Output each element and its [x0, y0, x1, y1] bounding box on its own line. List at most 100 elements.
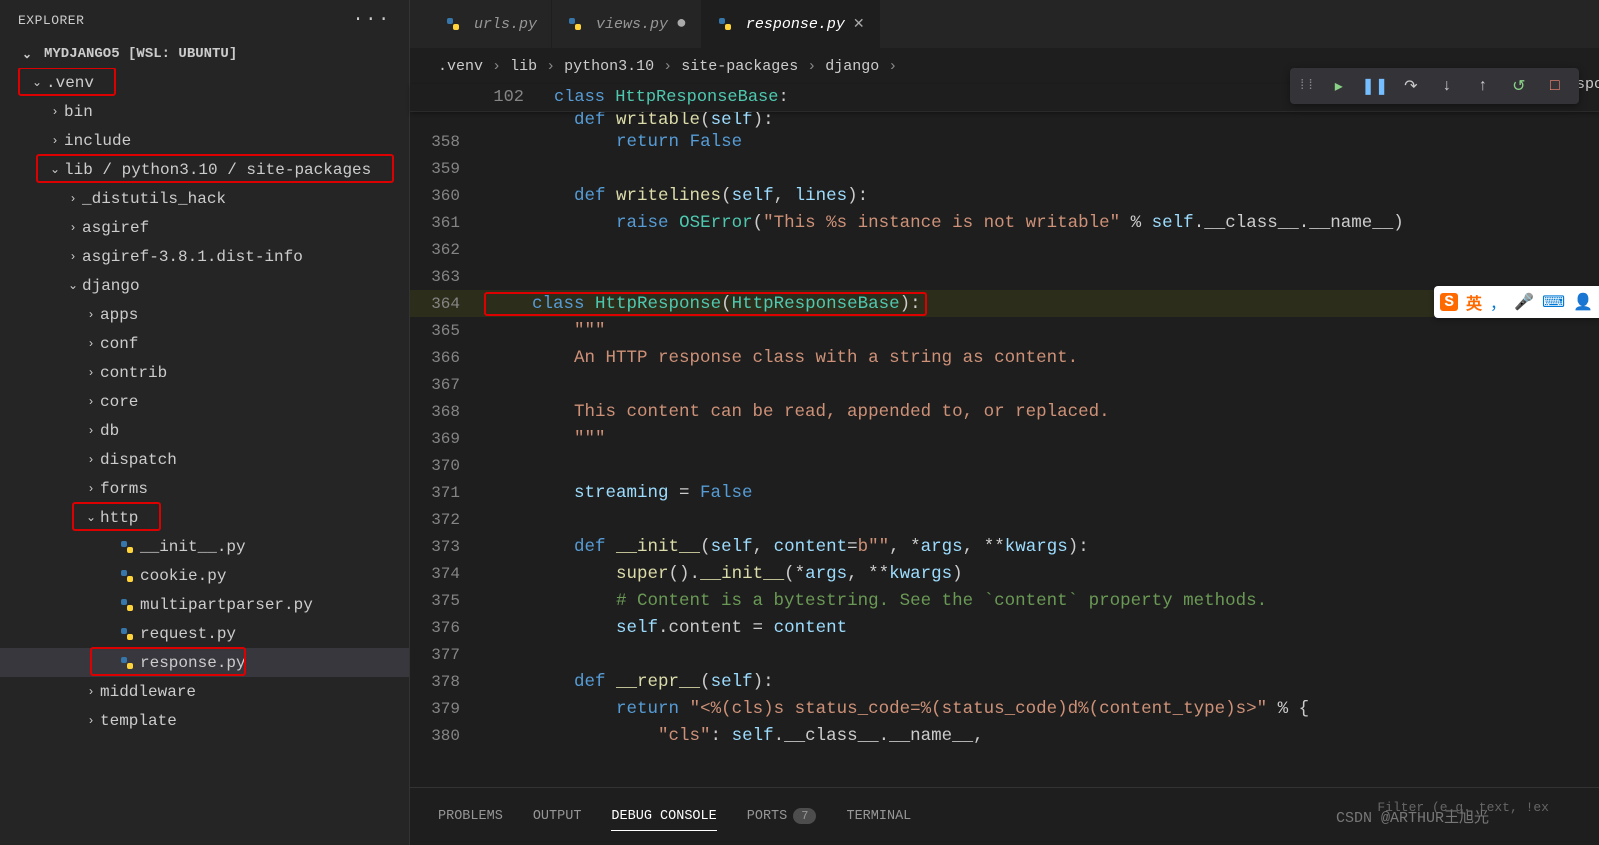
- explorer-sidebar: EXPLORER ··· ⌄ MYDJANGO5 [WSL: UBUNTU] ⌄…: [0, 0, 410, 845]
- folder-item[interactable]: ›apps: [0, 300, 409, 329]
- code-line[interactable]: 363: [410, 263, 1599, 290]
- chevron-right-icon: ›: [82, 482, 100, 496]
- file-item[interactable]: cookie.py: [0, 561, 409, 590]
- file-item[interactable]: request.py: [0, 619, 409, 648]
- ime-user-icon[interactable]: 👤: [1573, 292, 1593, 312]
- code-line[interactable]: 367: [410, 371, 1599, 398]
- code-line[interactable]: 375 # Content is a bytestring. See the `…: [410, 587, 1599, 614]
- code-line[interactable]: 361 raise OSError("This %s instance is n…: [410, 209, 1599, 236]
- filter-placeholder[interactable]: Filter (e.g. text, !ex: [1377, 800, 1549, 815]
- folder-item[interactable]: ›_distutils_hack: [0, 184, 409, 213]
- editor-tab[interactable]: urls.py: [430, 0, 552, 48]
- code-line[interactable]: 369 """: [410, 425, 1599, 452]
- code-line[interactable]: 364 class HttpResponse(HttpResponseBase)…: [410, 290, 1599, 317]
- code-line[interactable]: 374 super().__init__(*args, **kwargs): [410, 560, 1599, 587]
- breadcrumb-item[interactable]: site-packages: [681, 58, 798, 75]
- debug-step-over-button[interactable]: ↷: [1395, 72, 1427, 100]
- folder-item[interactable]: ›db: [0, 416, 409, 445]
- folder-item[interactable]: ⌄.venv: [0, 68, 409, 97]
- tree-item-label: cookie.py: [140, 567, 226, 585]
- file-tree[interactable]: ⌄.venv›bin›include⌄lib / python3.10 / si…: [0, 68, 409, 845]
- breadcrumb-item[interactable]: .venv: [438, 58, 483, 75]
- editor-tabs[interactable]: urls.pyviews.py● response.py ✕: [410, 0, 1599, 48]
- panel-tab[interactable]: OUTPUT: [533, 803, 582, 830]
- close-icon[interactable]: ✕: [853, 16, 865, 33]
- tree-item-label: core: [100, 393, 138, 411]
- ime-punct[interactable]: ，: [1490, 290, 1506, 314]
- folder-item[interactable]: ⌄lib / python3.10 / site-packages: [0, 155, 409, 184]
- code-line[interactable]: 380 "cls": self.__class__.__name__,: [410, 722, 1599, 749]
- chevron-right-icon: ›: [82, 337, 100, 351]
- ime-toolbar[interactable]: S 英 ， 🎤 ⌨ 👤: [1434, 286, 1599, 318]
- folder-item[interactable]: ⌄http: [0, 503, 409, 532]
- folder-item[interactable]: ›forms: [0, 474, 409, 503]
- line-number: 380: [410, 727, 490, 745]
- folder-item[interactable]: ›include: [0, 126, 409, 155]
- folder-item[interactable]: ›conf: [0, 329, 409, 358]
- folder-item[interactable]: ›middleware: [0, 677, 409, 706]
- debug-restart-button[interactable]: ↺: [1503, 72, 1535, 100]
- breadcrumb-item[interactable]: lib: [510, 58, 537, 75]
- code-line[interactable]: 365 """: [410, 317, 1599, 344]
- chevron-right-icon: ›: [64, 221, 82, 235]
- code-line[interactable]: 378 def __repr__(self):: [410, 668, 1599, 695]
- debug-continue-button[interactable]: ▸: [1323, 72, 1355, 100]
- debug-stop-button[interactable]: □: [1539, 72, 1571, 100]
- editor-tab[interactable]: views.py●: [552, 0, 702, 48]
- editor-tab[interactable]: response.py ✕: [702, 0, 880, 48]
- code-line[interactable]: 366 An HTTP response class with a string…: [410, 344, 1599, 371]
- folder-item[interactable]: ›asgiref: [0, 213, 409, 242]
- breadcrumb-item[interactable]: django: [825, 58, 879, 75]
- code-line[interactable]: 358 return False: [410, 128, 1599, 155]
- code-editor[interactable]: def writable(self):358 return False35936…: [410, 112, 1599, 787]
- debug-step-into-button[interactable]: ↓: [1431, 72, 1463, 100]
- folder-item[interactable]: ›dispatch: [0, 445, 409, 474]
- code-line[interactable]: 372: [410, 506, 1599, 533]
- chevron-right-icon: ›: [807, 58, 816, 75]
- file-item[interactable]: multipartparser.py: [0, 590, 409, 619]
- project-root[interactable]: ⌄ MYDJANGO5 [WSL: UBUNTU]: [0, 40, 409, 68]
- python-file-icon: [566, 15, 584, 33]
- file-item[interactable]: response.py: [0, 648, 409, 677]
- line-number: 358: [410, 133, 490, 151]
- code-line[interactable]: 376 self.content = content: [410, 614, 1599, 641]
- code-line[interactable]: 373 def __init__(self, content=b"", *arg…: [410, 533, 1599, 560]
- panel-tab[interactable]: TERMINAL: [846, 803, 911, 830]
- code-line[interactable]: 368 This content can be read, appended t…: [410, 398, 1599, 425]
- grip-icon[interactable]: ⁞⁞: [1298, 78, 1319, 94]
- python-file-icon: [118, 596, 136, 614]
- tree-item-label: _distutils_hack: [82, 190, 226, 208]
- code-line[interactable]: 359: [410, 155, 1599, 182]
- file-item[interactable]: __init__.py: [0, 532, 409, 561]
- code-line[interactable]: 379 return "<%(cls)s status_code=%(statu…: [410, 695, 1599, 722]
- panel-tab[interactable]: PROBLEMS: [438, 803, 503, 830]
- explorer-more-icon[interactable]: ···: [353, 10, 391, 30]
- debug-toolbar[interactable]: ⁞⁞ ▸ ❚❚ ↷ ↓ ↑ ↺ □: [1290, 68, 1579, 104]
- tree-item-label: include: [64, 132, 131, 150]
- code-line[interactable]: 377: [410, 641, 1599, 668]
- debug-pause-button[interactable]: ❚❚: [1359, 72, 1391, 100]
- panel-tab[interactable]: DEBUG CONSOLE: [611, 803, 716, 831]
- code-line[interactable]: 360 def writelines(self, lines):: [410, 182, 1599, 209]
- ime-mic-icon[interactable]: 🎤: [1514, 292, 1534, 312]
- code-line[interactable]: 370: [410, 452, 1599, 479]
- folder-item[interactable]: ›asgiref-3.8.1.dist-info: [0, 242, 409, 271]
- chevron-right-icon: ›: [46, 105, 64, 119]
- breadcrumb-item[interactable]: python3.10: [564, 58, 654, 75]
- line-number: 359: [410, 160, 490, 178]
- code-line[interactable]: 371 streaming = False: [410, 479, 1599, 506]
- ime-keyboard-icon[interactable]: ⌨: [1542, 292, 1565, 312]
- folder-item[interactable]: ›bin: [0, 97, 409, 126]
- chevron-right-icon: ›: [663, 58, 672, 75]
- tree-item-label: contrib: [100, 364, 167, 382]
- folder-item[interactable]: ›contrib: [0, 358, 409, 387]
- panel-tab[interactable]: PORTS7: [747, 803, 817, 830]
- code-line[interactable]: 362: [410, 236, 1599, 263]
- folder-item[interactable]: ›template: [0, 706, 409, 735]
- tab-label: response.py: [746, 16, 845, 33]
- project-label: MYDJANGO5 [WSL: UBUNTU]: [44, 46, 237, 62]
- folder-item[interactable]: ›core: [0, 387, 409, 416]
- folder-item[interactable]: ⌄django: [0, 271, 409, 300]
- debug-step-out-button[interactable]: ↑: [1467, 72, 1499, 100]
- ime-lang[interactable]: 英: [1466, 290, 1482, 314]
